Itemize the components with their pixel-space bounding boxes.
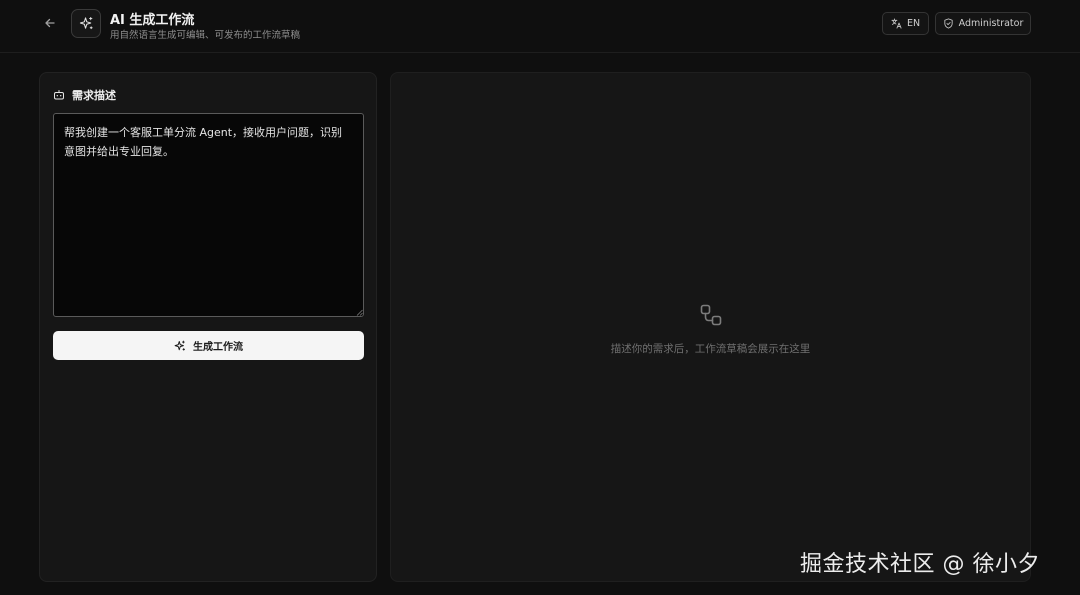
resize-grip-icon[interactable] (356, 309, 363, 316)
generate-workflow-label: 生成工作流 (193, 342, 243, 353)
back-button[interactable] (40, 13, 60, 33)
requirements-panel-title: 需求描述 (53, 87, 116, 103)
page-title: AI 生成工作流 (110, 13, 195, 28)
language-toggle-button[interactable]: EN (882, 12, 929, 35)
page: AI 生成工作流 用自然语言生成可编辑、可发布的工作流草稿 EN Adminis… (0, 0, 1080, 595)
top-bar: AI 生成工作流 用自然语言生成可编辑、可发布的工作流草稿 EN Adminis… (0, 0, 1080, 53)
requirements-panel: 需求描述 帮我创建一个客服工单分流 Agent，接收用户问题，识别意图并给出专业… (39, 72, 377, 582)
page-subtitle: 用自然语言生成可编辑、可发布的工作流草稿 (110, 30, 301, 41)
sparkles-icon (174, 340, 185, 351)
requirements-input[interactable]: 帮我创建一个客服工单分流 Agent，接收用户问题，识别意图并给出专业回复。 (53, 113, 364, 317)
watermark: 掘金技术社区 @ 徐小夕 (800, 552, 1040, 577)
requirements-title-label: 需求描述 (72, 89, 116, 102)
user-menu-button[interactable]: Administrator (935, 12, 1031, 35)
arrow-left-icon (45, 18, 55, 28)
generate-workflow-button[interactable]: 生成工作流 (53, 331, 364, 360)
app-logo (71, 9, 101, 38)
empty-state-text: 描述你的需求后，工作流草稿会展示在这里 (610, 343, 811, 355)
sparkles-icon (79, 16, 93, 30)
shield-icon (944, 18, 953, 29)
language-label: EN (906, 18, 921, 29)
translate-icon (891, 18, 902, 29)
workflow-preview-panel: 描述你的需求后，工作流草稿会展示在这里 (390, 72, 1031, 582)
bot-icon (54, 90, 64, 100)
user-label: Administrator (958, 18, 1024, 29)
workflow-icon (700, 304, 722, 326)
